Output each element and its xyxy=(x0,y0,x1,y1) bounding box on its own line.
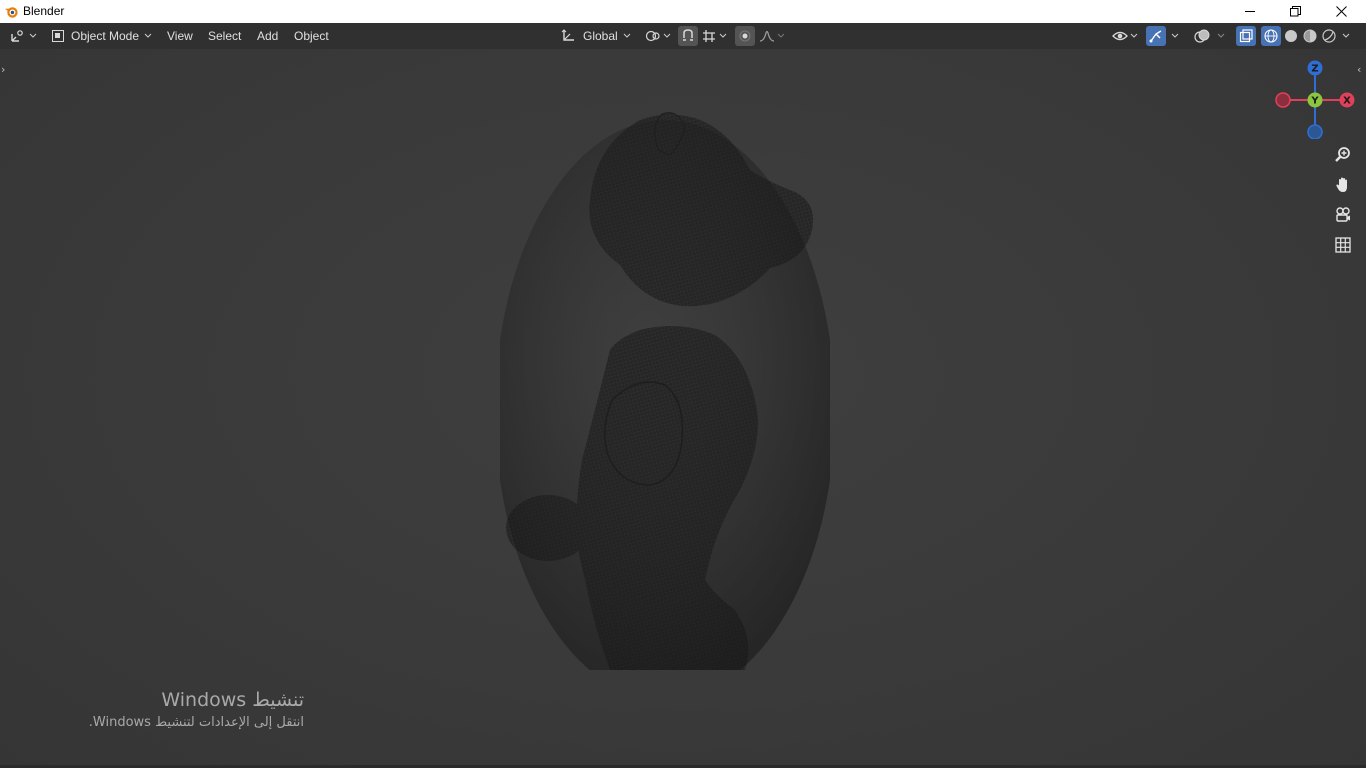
chevron-down-icon xyxy=(1342,33,1350,38)
restore-button[interactable] xyxy=(1272,0,1318,23)
gizmo-neg-z-axis xyxy=(1307,124,1323,139)
shading-solid-button[interactable] xyxy=(1281,26,1301,46)
menu-object[interactable]: Object xyxy=(288,26,335,46)
gizmo-toggle[interactable] xyxy=(1146,26,1166,46)
snap-increment-icon xyxy=(702,30,715,42)
shading-material-button[interactable] xyxy=(1300,26,1320,46)
camera-view-button[interactable] xyxy=(1331,203,1355,227)
transform-orientation-label: Global xyxy=(583,29,618,43)
restore-icon xyxy=(1289,6,1301,17)
object-mode-icon xyxy=(52,30,64,42)
zoom-icon xyxy=(1335,147,1350,162)
xray-toggle[interactable] xyxy=(1236,26,1256,46)
mode-dropdown[interactable]: Object Mode xyxy=(48,26,156,46)
gizmo-icon xyxy=(1149,30,1162,43)
mode-label: Object Mode xyxy=(71,29,140,43)
xray-icon xyxy=(1239,29,1253,43)
watermark-subtitle: انتقل إلى الإعدادات لتنشيط Windows. xyxy=(88,715,304,730)
overlay-dropdown[interactable] xyxy=(1214,26,1228,46)
chevron-down-icon xyxy=(144,33,152,38)
close-icon xyxy=(1335,6,1347,17)
shading-wireframe-button[interactable] xyxy=(1261,26,1281,46)
material-sphere-icon xyxy=(1303,29,1317,43)
teddy-bear-mesh[interactable] xyxy=(500,110,830,670)
3d-viewport[interactable]: › ‹ Z X Y تنشيط Windows انتقل إلى الإعدا… xyxy=(0,49,1366,768)
wireframe-sphere-icon xyxy=(1264,29,1278,43)
eye-icon xyxy=(1112,31,1128,41)
solid-sphere-icon xyxy=(1285,30,1297,42)
chevron-down-icon xyxy=(1217,33,1225,38)
minimize-button[interactable] xyxy=(1227,0,1273,23)
chevron-down-icon xyxy=(777,33,785,38)
menu-add[interactable]: Add xyxy=(251,26,284,46)
3d-viewport-icon xyxy=(11,30,23,42)
windows-activation-watermark: تنشيط Windows انتقل إلى الإعدادات لتنشيط… xyxy=(40,688,304,733)
gizmo-z-label: Z xyxy=(1311,64,1318,75)
shading-dropdown[interactable] xyxy=(1339,26,1353,46)
toolbar-expand-arrow-icon[interactable]: › xyxy=(1,63,5,76)
camera-icon xyxy=(1336,207,1350,222)
visibility-dropdown[interactable] xyxy=(1110,26,1140,46)
gizmo-neg-x-axis xyxy=(1275,92,1291,108)
chevron-down-icon xyxy=(719,33,726,38)
navigation-gizmo[interactable]: Z X Y xyxy=(1270,59,1360,139)
window-titlebar: Blender xyxy=(0,0,1366,23)
viewport-header: Object Mode View Select Add Object Globa… xyxy=(0,23,1366,49)
falloff-dropdown[interactable] xyxy=(757,26,787,46)
proportional-editing-icon xyxy=(739,30,751,42)
zoom-button[interactable] xyxy=(1331,143,1355,167)
chevron-down-icon xyxy=(623,33,631,38)
chevron-down-icon xyxy=(663,33,671,38)
pivot-point-icon xyxy=(645,30,660,42)
transform-orientation-dropdown[interactable]: Global xyxy=(558,26,636,46)
ortho-perspective-button[interactable] xyxy=(1331,233,1355,257)
overlay-icon xyxy=(1194,29,1210,43)
rendered-sphere-icon xyxy=(1322,29,1336,43)
hand-pan-icon xyxy=(1336,177,1347,192)
snap-target-dropdown[interactable] xyxy=(699,26,729,46)
blender-logo-icon xyxy=(4,7,18,18)
gizmo-dropdown[interactable] xyxy=(1168,26,1182,46)
grid-ortho-icon xyxy=(1335,237,1351,253)
minimize-icon xyxy=(1244,11,1255,12)
gizmo-y-label: Y xyxy=(1310,96,1319,107)
pan-button[interactable] xyxy=(1331,173,1355,197)
gizmo-x-label: X xyxy=(1343,96,1351,107)
editor-type-button[interactable] xyxy=(10,26,40,46)
snap-icon xyxy=(683,29,693,41)
window-title: Blender xyxy=(23,4,65,18)
proportional-editing-toggle[interactable] xyxy=(735,26,755,46)
close-button[interactable] xyxy=(1318,0,1364,23)
orientation-icon xyxy=(561,29,574,41)
pivot-point-dropdown[interactable] xyxy=(643,26,673,46)
shading-rendered-button[interactable] xyxy=(1319,26,1339,46)
chevron-down-icon xyxy=(1171,33,1179,38)
watermark-title: تنشيط Windows xyxy=(161,689,304,711)
chevron-down-icon xyxy=(29,33,37,38)
menu-view[interactable]: View xyxy=(161,26,199,46)
snap-toggle[interactable] xyxy=(678,26,698,46)
overlay-toggle[interactable] xyxy=(1192,26,1212,46)
falloff-curve-icon xyxy=(759,30,775,42)
chevron-down-icon xyxy=(1130,33,1138,38)
menu-select[interactable]: Select xyxy=(202,26,247,46)
